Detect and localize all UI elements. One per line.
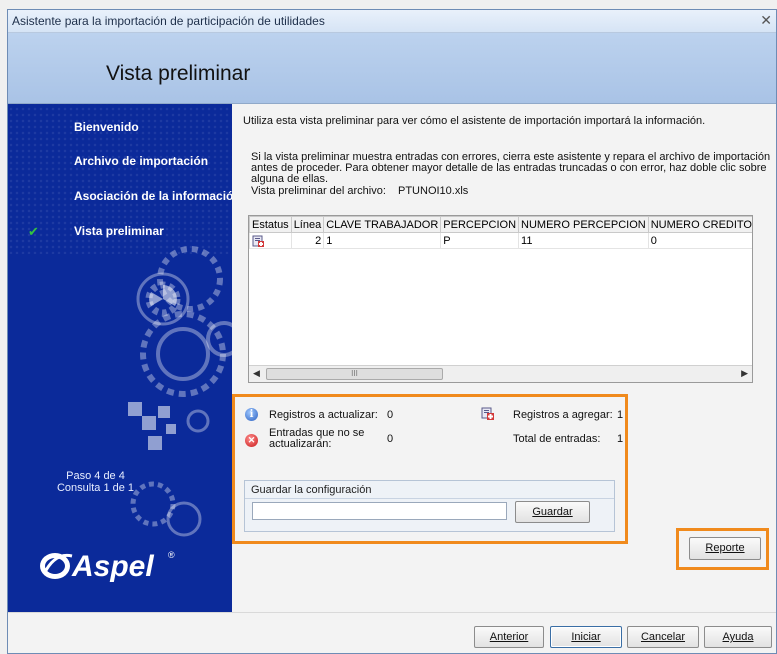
intro-text: Utiliza esta vista preliminar para ver c… (243, 115, 706, 127)
table-row[interactable]: 2 1 P 11 0 N (249, 232, 752, 249)
gears-decoration (128, 246, 232, 537)
col-estatus[interactable]: Estatus (249, 216, 292, 233)
page-title: Vista preliminar (106, 62, 251, 85)
summary-highlight (232, 394, 628, 544)
file-label: Vista preliminar del archivo: (251, 185, 386, 197)
wizard-window: Asistente para la importación de partici… (7, 9, 777, 654)
iniciar-button[interactable]: Iniciar (550, 626, 622, 648)
warning-text-2: antes de proceder. Para obtener mayor de… (251, 162, 767, 174)
cell-linea[interactable]: 2 (290, 232, 325, 249)
sidebar-item-asociacion: Asociación de la información (74, 189, 232, 203)
svg-text:®: ® (168, 550, 175, 560)
wizard-sidebar: Bienvenido Archivo de importación Asocia… (8, 104, 232, 612)
scroll-thumb[interactable]: III (266, 368, 443, 380)
col-numero-credito[interactable]: NUMERO CREDITO (647, 216, 752, 233)
cell-percepcion[interactable]: P (440, 232, 520, 249)
file-name: PTUNOI10.xls (398, 185, 469, 197)
sidebar-item-archivo: Archivo de importación (74, 154, 209, 168)
cell-num-percepcion[interactable]: 11 (518, 232, 649, 249)
aspel-logo: Aspel ® (38, 542, 198, 590)
sidebar-item-bienvenido: Bienvenido (74, 120, 139, 134)
warning-text-3: alguna de ellas. (251, 173, 329, 185)
page-header: Vista preliminar (8, 33, 776, 104)
ayuda-button[interactable]: Ayuda (704, 626, 772, 648)
col-linea[interactable]: Línea (290, 216, 325, 233)
title-bar: Asistente para la importación de partici… (8, 10, 776, 33)
cell-status[interactable] (249, 232, 292, 249)
col-clave-trabajador[interactable]: CLAVE TRABAJADOR (323, 216, 442, 233)
step-indicator: Paso 4 de 4 (66, 470, 125, 482)
add-record-icon (252, 235, 264, 247)
col-numero-percepcion[interactable]: NUMERO PERCEPCION (518, 216, 649, 233)
cell-num-credito[interactable]: 0 (647, 232, 752, 249)
scroll-left-icon[interactable]: ◀ (253, 368, 260, 379)
preview-grid[interactable]: Estatus Línea CLAVE TRABAJADOR PERCEPCIO… (248, 215, 753, 383)
anterior-button[interactable]: Anterior (474, 626, 544, 648)
sidebar-item-vista-preliminar: Vista preliminar (74, 224, 164, 238)
reporte-highlight (676, 528, 769, 570)
close-icon[interactable]: ✕ (760, 12, 772, 29)
horizontal-scrollbar[interactable]: ◀ III ▶ (249, 365, 752, 382)
cancelar-button[interactable]: Cancelar (627, 626, 699, 648)
window-title: Asistente para la importación de partici… (12, 14, 325, 28)
col-percepcion[interactable]: PERCEPCION (440, 216, 520, 233)
scroll-right-icon[interactable]: ▶ (741, 368, 748, 379)
wizard-footer: Anterior Iniciar Cancelar Ayuda (8, 612, 776, 653)
cell-clave[interactable]: 1 (323, 232, 442, 249)
svg-text:Aspel: Aspel (71, 550, 154, 583)
consulta-indicator: Consulta 1 de 1 (56, 482, 135, 494)
check-icon: ✔ (28, 224, 39, 239)
